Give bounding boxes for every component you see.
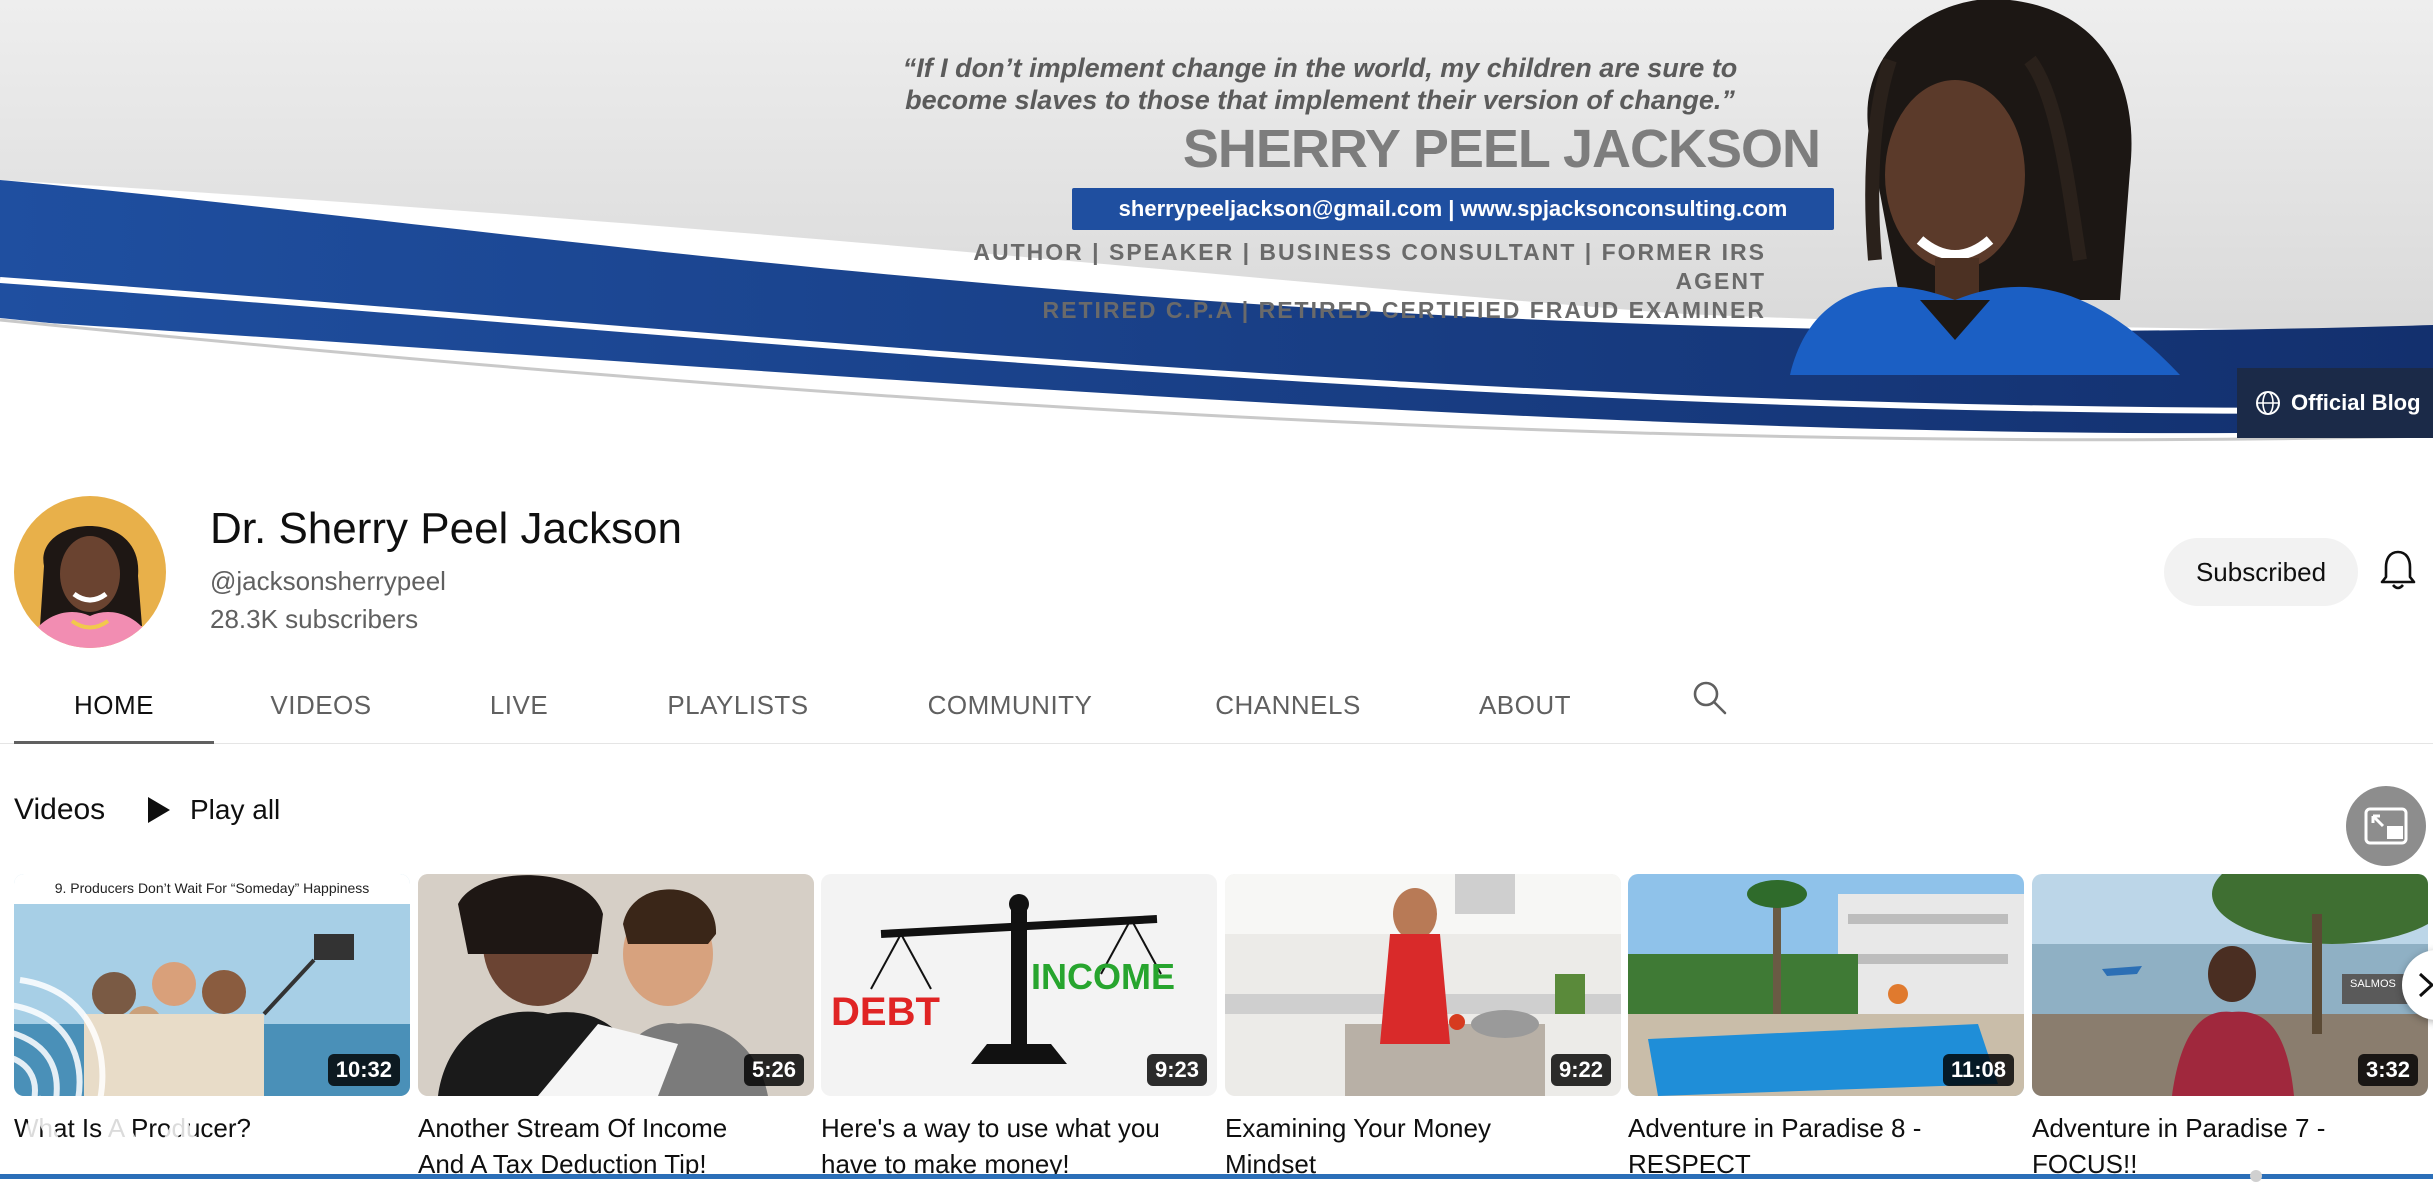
video-title-line1: Adventure in Paradise 7 - (2032, 1113, 2326, 1143)
banner-quote: “If I don’t implement change in the worl… (860, 52, 1780, 116)
progress-handle[interactable] (2250, 1170, 2262, 1182)
channel-tabs: HOME VIDEOS LIVE PLAYLISTS COMMUNITY CHA… (0, 668, 2433, 744)
channel-avatar[interactable] (14, 496, 166, 648)
video-title-line1: Another Stream Of Income (418, 1113, 728, 1143)
banner-roles-line1: AUTHOR | SPEAKER | BUSINESS CONSULTANT |… (973, 239, 1766, 294)
tab-about[interactable]: ABOUT (1460, 668, 1590, 742)
banner-quote-line2: become slaves to those that implement th… (905, 85, 1735, 115)
video-card[interactable]: DEBT INCOME 9:23 Here's a way to use wha… (821, 874, 1217, 1182)
video-duration: 11:08 (1942, 1054, 2014, 1086)
avatar-image (14, 496, 166, 648)
chevron-right-icon (2418, 972, 2433, 998)
play-icon (148, 797, 170, 823)
video-thumbnail[interactable]: 11:08 (1628, 874, 2024, 1096)
banner-name: SHERRY PEEL JACKSON (1182, 119, 1821, 179)
video-duration: 3:32 (2357, 1054, 2418, 1086)
video-title[interactable]: Adventure in Paradise 7 - FOCUS!! (2032, 1110, 2422, 1182)
video-thumbnail[interactable]: SALMOS 3:32 (2032, 874, 2428, 1096)
video-thumbnail[interactable]: 5:26 (418, 874, 814, 1096)
thumbnail-debt-label: DEBT (831, 990, 940, 1034)
miniplayer-icon (2364, 807, 2408, 845)
thumbnail-sign: SALMOS (2350, 978, 2396, 990)
bell-icon[interactable] (2378, 548, 2418, 592)
video-thumbnail[interactable]: 9:22 (1225, 874, 1621, 1096)
video-title[interactable]: Examining Your Money Mindset (1225, 1110, 1615, 1182)
play-all-button[interactable]: Play all (146, 789, 280, 831)
video-title[interactable]: What Is A Producer? (14, 1110, 404, 1146)
tab-channels[interactable]: CHANNELS (1190, 668, 1386, 742)
banner-quote-line1: “If I don’t implement change in the worl… (902, 53, 1738, 83)
tab-videos[interactable]: VIDEOS (240, 668, 402, 742)
official-blog-label: Official Blog (2291, 390, 2421, 415)
video-title-line1: Adventure in Paradise 8 - (1628, 1113, 1922, 1143)
video-card[interactable]: 9:22 Examining Your Money Mindset (1225, 874, 1621, 1182)
video-title-line1: Examining Your Money (1225, 1113, 1491, 1143)
section-title: Videos (14, 793, 106, 826)
channel-handle: @jacksonsherrypeel (210, 566, 446, 596)
video-duration: 9:22 (1550, 1054, 1611, 1086)
play-all-label: Play all (190, 794, 281, 825)
banner-roles-line2: RETIRED C.P.A | RETIRED CERTIFIED FRAUD … (1042, 297, 1766, 323)
video-title[interactable]: Adventure in Paradise 8 - RESPECT (1628, 1110, 2018, 1182)
video-thumbnail[interactable]: 9. Producers Don’t Wait For “Someday” Ha… (14, 874, 410, 1096)
thumbnail-income-label: INCOME (1031, 956, 1175, 997)
channel-name: Dr. Sherry Peel Jackson (210, 504, 682, 553)
tab-live[interactable]: LIVE (450, 668, 588, 742)
banner-roles: AUTHOR | SPEAKER | BUSINESS CONSULTANT |… (880, 238, 1766, 325)
banner-contact: sherrypeeljackson@gmail.com | www.spjack… (1072, 188, 1834, 230)
video-duration: 10:32 (327, 1054, 400, 1086)
tab-community[interactable]: COMMUNITY (900, 668, 1120, 742)
video-duration: 5:26 (743, 1054, 804, 1086)
video-duration: 9:23 (1146, 1054, 1207, 1086)
video-title-line1: Here's a way to use what you (821, 1113, 1160, 1143)
video-thumbnail[interactable]: DEBT INCOME 9:23 (821, 874, 1217, 1096)
banner-portrait-image (1790, 0, 2180, 375)
tab-home[interactable]: HOME (14, 668, 214, 744)
video-card[interactable]: 11:08 Adventure in Paradise 8 - RESPECT (1628, 874, 2024, 1182)
video-card[interactable]: 5:26 Another Stream Of Income And A Tax … (418, 874, 814, 1182)
video-card[interactable]: SALMOS 3:32 Adventure in Paradise 7 - FO… (2032, 874, 2428, 1182)
official-blog-link[interactable]: Official Blog (2237, 368, 2433, 438)
video-title[interactable]: Here's a way to use what you have to mak… (821, 1110, 1211, 1182)
globe-icon (2256, 391, 2280, 415)
search-icon[interactable] (1690, 678, 1730, 718)
channel-banner: “If I don’t implement change in the worl… (0, 0, 2433, 445)
video-card[interactable]: 9. Producers Don’t Wait For “Someday” Ha… (14, 874, 410, 1146)
subscribed-button[interactable]: Subscribed (2164, 538, 2358, 606)
thumbnail-caption: 9. Producers Don’t Wait For “Someday” Ha… (54, 880, 370, 896)
video-title-line1: What Is A Producer? (14, 1113, 252, 1143)
subscriber-count: 28.3K subscribers (210, 604, 419, 634)
miniplayer-button[interactable] (2346, 786, 2426, 866)
tab-playlists[interactable]: PLAYLISTS (640, 668, 836, 742)
progress-bar (0, 1174, 2433, 1179)
video-title[interactable]: Another Stream Of Income And A Tax Deduc… (418, 1110, 808, 1182)
